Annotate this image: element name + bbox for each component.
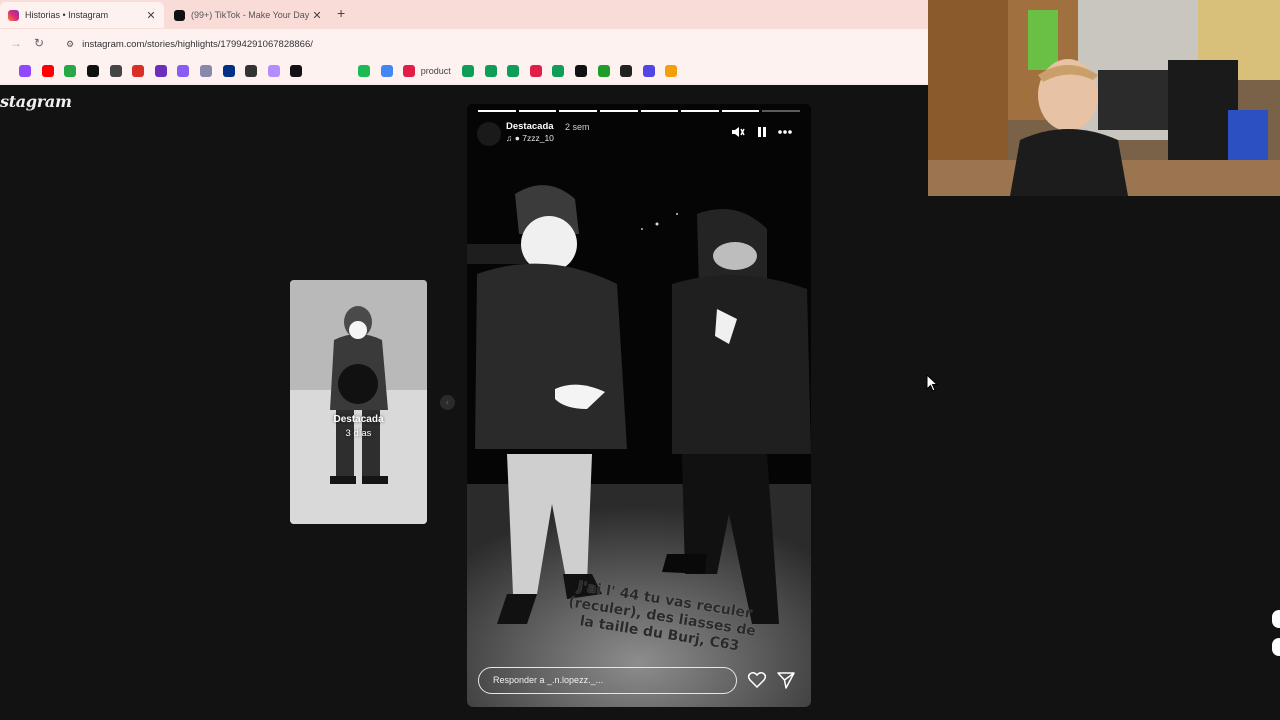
bookmark-product-label[interactable]: product [421, 66, 451, 76]
progress-segment [762, 110, 800, 112]
bookmark-orange-app-icon[interactable] [665, 65, 678, 77]
bookmark-whatsapp-icon[interactable] [245, 65, 258, 77]
send-icon[interactable] [776, 670, 796, 690]
bookmark-box-app-icon[interactable] [200, 65, 213, 77]
bookmark-c-app-icon[interactable] [403, 65, 416, 77]
bookmark-youtube-icon[interactable] [41, 65, 54, 77]
bookmark-play-app-icon[interactable] [380, 65, 393, 77]
bookmark-spacer-icon [313, 65, 326, 77]
bookmark-dot-app-icon[interactable] [290, 65, 303, 77]
progress-segment [721, 110, 760, 112]
bookmark-square-app-icon[interactable] [642, 65, 655, 77]
close-icon[interactable]: ✕ [311, 9, 323, 22]
bookmark-github-icon[interactable] [574, 65, 587, 77]
webcam-image [928, 0, 1280, 196]
bookmark-green-app-icon[interactable] [64, 65, 77, 77]
more-options-icon[interactable] [777, 125, 793, 139]
bookmark-k-app-icon[interactable] [597, 65, 610, 77]
toolbar: → ↻ ⚙ instagram.com/stories/highlights/1… [0, 29, 928, 59]
bookmark-c-app-icon[interactable] [529, 65, 542, 77]
bookmark-tiktok-icon[interactable] [87, 65, 100, 77]
forward-icon[interactable]: → [10, 36, 22, 50]
side-widget-button[interactable] [1272, 610, 1280, 628]
bookmark-sheet-icon[interactable] [507, 65, 520, 77]
side-story-image [290, 280, 427, 524]
mouse-cursor-icon [926, 374, 938, 392]
close-icon[interactable]: ✕ [145, 9, 157, 22]
story-viewer[interactable]: Destacada 2 sem ♫ ● 7zzz_10 J'ai l' 44 t… [467, 104, 811, 707]
browser-chrome: Historias • Instagram ✕ (99+) TikTok - M… [0, 0, 928, 85]
reply-input[interactable]: Responder a _.n.lopezz._... [478, 667, 737, 694]
side-widget-button[interactable] [1272, 638, 1280, 656]
bookmark-rainbow-app-icon[interactable] [177, 65, 190, 77]
bookmark-s-app-icon[interactable] [620, 65, 633, 77]
side-story-time: 3 días [345, 428, 372, 439]
tab-title: Historias • Instagram [25, 10, 109, 20]
instagram-logo[interactable]: stagram [0, 92, 72, 111]
bookmark-twitch-icon[interactable] [19, 65, 32, 77]
side-story-name: Destacada [333, 414, 384, 425]
avatar[interactable] [477, 122, 501, 146]
bookmarks-bar: product [0, 59, 928, 83]
bookmark-gmail-icon[interactable] [132, 65, 145, 77]
music-icon: ♫ ● [506, 133, 520, 143]
story-audio[interactable]: ♫ ● 7zzz_10 [506, 133, 554, 143]
tab-instagram[interactable]: Historias • Instagram ✕ [0, 2, 164, 28]
progress-segment [599, 110, 638, 112]
story-time: 2 sem [565, 122, 590, 132]
progress-segment [681, 110, 719, 112]
address-bar[interactable]: ⚙ instagram.com/stories/highlights/17994… [58, 33, 920, 55]
audio-label: 7zzz_10 [522, 133, 554, 143]
bookmark-triangle-app-icon[interactable] [267, 65, 280, 77]
tiktok-icon [174, 9, 185, 21]
instagram-icon [8, 9, 19, 21]
progress-segment [478, 110, 516, 112]
side-story-preview[interactable]: Destacada 3 días [290, 280, 427, 524]
pause-icon[interactable] [755, 125, 769, 139]
bookmark-purple-app-icon[interactable] [154, 65, 167, 77]
story-progress-bar [478, 110, 800, 112]
story-header: Destacada 2 sem ♫ ● 7zzz_10 [477, 119, 801, 149]
site-info-icon[interactable]: ⚙ [66, 39, 74, 50]
progress-segment [518, 110, 557, 112]
story-owner[interactable]: Destacada [506, 121, 554, 132]
bookmark-spacer-icon [335, 65, 348, 77]
tab-strip: Historias • Instagram ✕ (99+) TikTok - M… [0, 0, 928, 29]
progress-segment [559, 110, 597, 112]
plus-icon[interactable]: + [337, 5, 345, 21]
bookmark-spotify-icon[interactable] [358, 65, 371, 77]
reload-icon[interactable]: ↻ [34, 36, 44, 50]
progress-segment [640, 110, 679, 112]
bookmark-sheet-icon[interactable] [462, 65, 475, 77]
tab-title: (99+) TikTok - Make Your Day [191, 10, 310, 20]
url-text: instagram.com/stories/highlights/1799429… [82, 38, 313, 50]
bookmark-sheet-icon[interactable] [484, 65, 497, 77]
webcam-overlay [928, 0, 1280, 196]
bookmark-sheet-icon[interactable] [552, 65, 565, 77]
tab-tiktok[interactable]: (99+) TikTok - Make Your Day ✕ [166, 2, 330, 28]
mute-icon[interactable] [731, 125, 745, 139]
chevron-left-icon[interactable]: ‹ [440, 395, 455, 410]
heart-icon[interactable] [747, 670, 767, 690]
bookmark-paypal-icon[interactable] [222, 65, 235, 77]
bookmark-chatgpt-icon[interactable] [109, 65, 122, 77]
